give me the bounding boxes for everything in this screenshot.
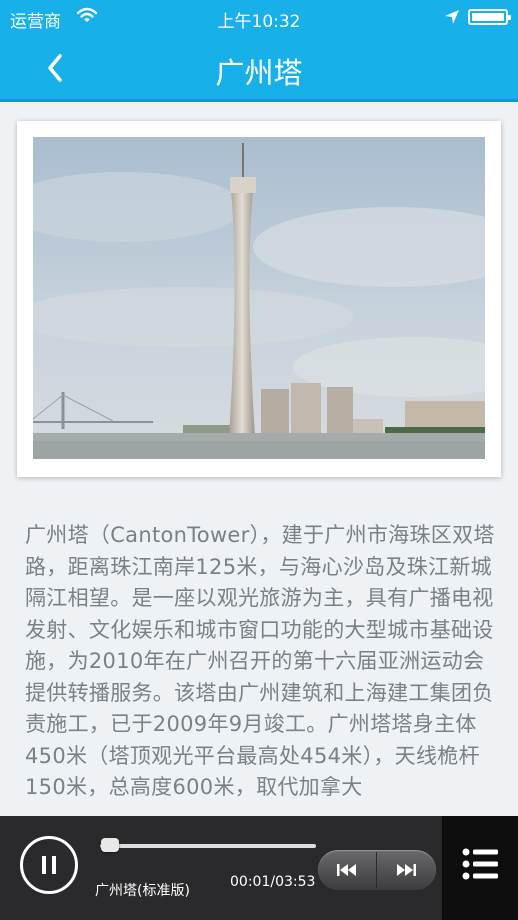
description-text: 广州塔（CantonTower），建于广州市海珠区双塔路，距离珠江南岸125米，… (25, 523, 495, 799)
audio-player: 广州塔(标准版) 00:01/03:53 (0, 816, 518, 920)
previous-track-button[interactable] (318, 850, 376, 890)
status-time: 上午10:32 (217, 12, 301, 32)
pause-button[interactable] (20, 836, 78, 894)
status-bar: 运营商 上午10:32 (0, 0, 518, 36)
track-time: 00:01/03:53 (230, 874, 316, 890)
location-arrow-icon (445, 10, 459, 24)
playlist-button[interactable] (442, 816, 518, 920)
page-title: 广州塔 (215, 56, 303, 90)
battery-icon (468, 9, 511, 25)
canton-tower-photo (33, 137, 485, 459)
skip-controls (318, 850, 436, 890)
next-track-button[interactable] (377, 850, 435, 890)
photo-card (17, 121, 501, 477)
list-icon (462, 848, 498, 880)
nav-bar: 广州塔 (0, 36, 518, 102)
progress-track[interactable] (100, 844, 316, 848)
skip-forward-icon (397, 864, 416, 876)
track-name: 广州塔(标准版) (95, 883, 190, 899)
progress-knob[interactable] (100, 838, 119, 852)
skip-back-icon (337, 864, 356, 876)
